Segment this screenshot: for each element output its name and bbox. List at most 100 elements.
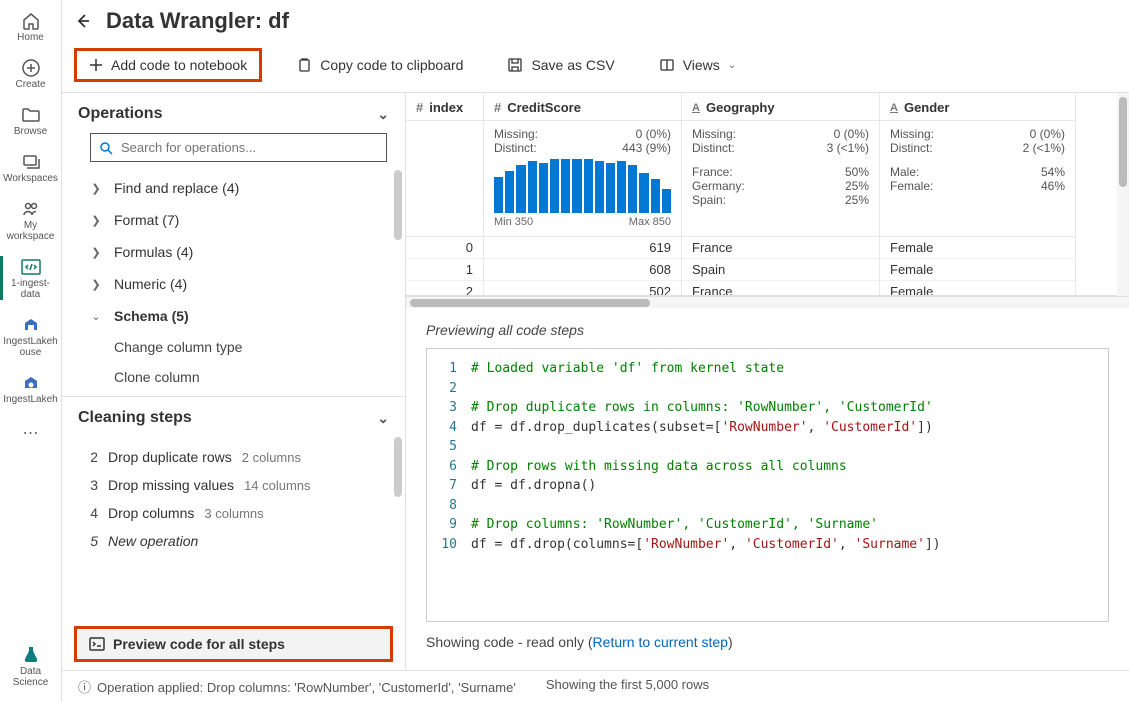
operations-title: Operations <box>78 105 162 123</box>
code-block-icon <box>20 256 42 278</box>
op-group-label: Format (7) <box>114 212 179 228</box>
operations-search[interactable] <box>90 133 387 162</box>
steps-header[interactable]: Cleaning steps ⌄ <box>62 397 405 437</box>
code-heading: Previewing all code steps <box>426 322 1109 338</box>
sidebar-item-browse[interactable]: Browse <box>0 98 61 143</box>
cell[interactable]: Female <box>880 259 1075 281</box>
sidebar-item-ingest-data[interactable]: 1-ingest-data <box>0 250 61 306</box>
sidebar-item-workspaces[interactable]: Workspaces <box>0 145 61 190</box>
people-icon <box>21 198 41 220</box>
cell[interactable]: 2 <box>406 281 483 295</box>
page-title: Data Wrangler: df <box>106 8 289 34</box>
op-group-label: Find and replace (4) <box>114 180 239 196</box>
stack-icon <box>21 151 41 173</box>
op-group-schema[interactable]: ⌄Schema (5) <box>62 300 405 332</box>
flask-icon <box>21 644 41 666</box>
sidebar-item-label: Browse <box>14 126 47 137</box>
chevron-down-icon: ⌄ <box>377 410 389 427</box>
sidebar-item-ingest-lakeh[interactable]: IngestLakeh <box>0 366 61 411</box>
lakehouse-alt-icon <box>21 372 41 394</box>
cell[interactable]: 1 <box>406 259 483 281</box>
op-group-label: Numeric (4) <box>114 276 187 292</box>
steps-title: Cleaning steps <box>78 409 192 427</box>
col-head-geography[interactable]: AGeography <box>682 93 879 121</box>
step-row[interactable]: 3Drop missing values14 columns <box>62 471 405 499</box>
cell[interactable]: Female <box>880 237 1075 259</box>
type-icon: A <box>692 102 700 114</box>
topbar: Data Wrangler: df <box>62 0 1129 44</box>
cell[interactable]: 502 <box>484 281 681 295</box>
plus-icon <box>89 58 103 72</box>
lakehouse-icon <box>21 314 41 336</box>
sidebar-item-home[interactable]: Home <box>0 4 61 49</box>
col-head-gender[interactable]: AGender <box>880 93 1075 121</box>
step-row[interactable]: 2Drop duplicate rows2 columns <box>62 443 405 471</box>
sidebar-item-ingest-lakehouse[interactable]: IngestLakehouse <box>0 308 61 364</box>
operations-header[interactable]: Operations ⌄ <box>62 93 405 133</box>
search-input[interactable] <box>121 140 378 155</box>
save-icon <box>507 57 523 73</box>
col-head-creditscore[interactable]: #CreditScore <box>484 93 681 121</box>
op-clone-column[interactable]: Clone column <box>62 362 405 392</box>
cell[interactable]: 619 <box>484 237 681 259</box>
sidebar-item-my-workspace[interactable]: My workspace <box>0 192 61 248</box>
code-status: Showing code - read only (Return to curr… <box>426 622 1109 670</box>
cell[interactable]: Spain <box>682 259 879 281</box>
sidebar-item-label: Workspaces <box>3 173 58 184</box>
code-box: 1# Loaded variable 'df' from kernel stat… <box>426 348 1109 622</box>
sidebar-item-label: IngestLakeh <box>3 394 58 405</box>
op-group-numeric[interactable]: ❯Numeric (4) <box>62 268 405 300</box>
sidebar-more[interactable]: ⋯ <box>23 413 39 453</box>
preview-all-steps-button[interactable]: Preview code for all steps <box>74 626 393 662</box>
cell[interactable]: France <box>682 237 879 259</box>
copy-code-label: Copy code to clipboard <box>320 57 463 73</box>
statusbar: ⓘ Operation applied: Drop columns: 'RowNu… <box>62 670 1129 702</box>
toolbar: Add code to notebook Copy code to clipbo… <box>62 44 1129 93</box>
chevron-down-icon: ⌄ <box>728 60 736 71</box>
op-group-find-replace[interactable]: ❯Find and replace (4) <box>62 172 405 204</box>
save-csv-button[interactable]: Save as CSV <box>497 51 624 79</box>
chevron-right-icon: ❯ <box>90 246 102 259</box>
sidebar-item-label: My workspace <box>2 220 59 242</box>
back-button[interactable] <box>74 12 92 30</box>
copy-code-button[interactable]: Copy code to clipboard <box>286 51 473 79</box>
status-msg: Operation applied: Drop columns: 'RowNum… <box>97 680 516 695</box>
folder-icon <box>21 104 41 126</box>
ops-scrollbar[interactable] <box>394 170 402 240</box>
op-group-label: Formulas (4) <box>114 244 193 260</box>
type-icon: A <box>890 102 898 114</box>
grid-v-scrollbar[interactable] <box>1117 93 1129 296</box>
search-icon <box>99 141 113 155</box>
sidebar-item-label: 1-ingest-data <box>2 278 59 300</box>
cell[interactable]: 0 <box>406 237 483 259</box>
col-head-index[interactable]: #index <box>406 93 483 121</box>
clipboard-icon <box>296 57 312 73</box>
steps-scrollbar[interactable] <box>394 437 402 497</box>
sidebar-item-label: IngestLakehouse <box>2 336 59 358</box>
cell[interactable]: Female <box>880 281 1075 295</box>
type-icon: # <box>494 100 501 115</box>
status-rows: Showing the first 5,000 rows <box>546 677 709 696</box>
cell[interactable]: 608 <box>484 259 681 281</box>
data-grid: #index 0 1 2 #CreditScore <box>406 93 1117 295</box>
op-group-format[interactable]: ❯Format (7) <box>62 204 405 236</box>
step-row-new[interactable]: 5New operation <box>62 527 405 555</box>
return-link[interactable]: Return to current step <box>593 634 728 650</box>
cell[interactable]: France <box>682 281 879 295</box>
add-code-button[interactable]: Add code to notebook <box>74 48 262 82</box>
sidebar-item-data-science[interactable]: Data Science <box>0 638 61 694</box>
views-dropdown[interactable]: Views ⌄ <box>649 51 746 79</box>
step-row[interactable]: 4Drop columns3 columns <box>62 499 405 527</box>
sidebar-item-create[interactable]: Create <box>0 51 61 96</box>
op-group-formulas[interactable]: ❯ Formulas (4) <box>62 236 405 268</box>
op-group-label: Schema (5) <box>114 308 189 324</box>
app-sidebar: Home Create Browse Workspaces My workspa… <box>0 0 62 702</box>
op-change-column-type[interactable]: Change column type <box>62 332 405 362</box>
grid-h-scrollbar[interactable] <box>406 296 1129 308</box>
sidebar-item-label: Home <box>17 32 44 43</box>
info-icon: ⓘ <box>78 680 91 695</box>
preview-all-label: Preview code for all steps <box>113 636 285 652</box>
home-icon <box>21 10 41 32</box>
sidebar-item-label: Data Science <box>2 666 59 688</box>
add-code-label: Add code to notebook <box>111 57 247 73</box>
